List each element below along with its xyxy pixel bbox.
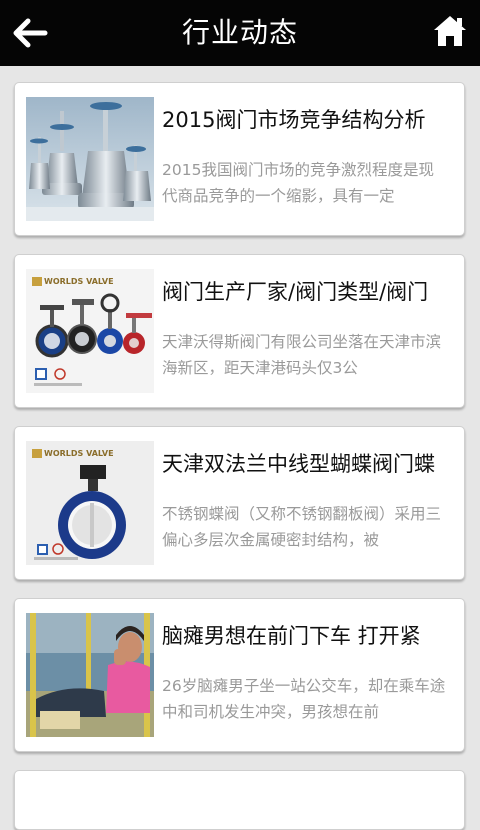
article-summary: 不锈钢蝶阀（又称不锈钢翻板阀）采用三偏心多层次金属硬密封结构，被 [162,505,442,549]
gate-valves-image [26,97,154,221]
article-title: 天津双法兰中线型蝴蝶阀门蝶 [162,452,435,476]
article-thumbnail [26,613,154,737]
article-summary: 天津沃得斯阀门有限公司坐落在天津市滨海新区，距天津港码头仅3公 [162,333,442,377]
home-icon [434,16,466,46]
article-title: 2015阀门市场竞争结构分析 [162,108,426,132]
page-title: 行业动态 [181,16,298,49]
article-summary: 26岁脑瘫男子坐一站公交车，却在乘车途中和司机发生冲突，男孩想在前 [162,677,446,721]
article-thumbnail: WORLDS VALVE [26,441,154,565]
brand-logo: WORLDS VALVE [44,277,114,286]
article-card[interactable] [14,770,465,830]
home-button[interactable] [430,11,470,51]
article-title: 脑瘫男想在前门下车 打开紧 [162,624,421,648]
bus-passenger-image [26,613,154,737]
butterfly-valves-image: WORLDS VALVE [26,269,154,393]
article-title: 阀门生产厂家/阀门类型/阀门 [162,280,429,304]
article-summary: 2015我国阀门市场的竞争激烈程度是现代商品竞争的一个缩影，具有一定 [162,161,434,205]
article-thumbnail: WORLDS VALVE [26,269,154,393]
flanged-butterfly-valve-image: WORLDS VALVE [26,441,154,565]
article-card[interactable]: WORLDS VALVE 天津双法兰中线型蝴蝶阀门蝶 不锈钢蝶阀（又称不锈钢翻板… [14,426,465,580]
article-card[interactable]: WORLDS VALVE 阀门生产厂家/阀门类型/阀门 天津沃得斯阀门有限公司坐… [14,254,465,408]
article-thumbnail [26,97,154,221]
article-card[interactable]: 2015阀门市场竞争结构分析 2015我国阀门市场的竞争激烈程度是现代商品竞争的… [14,82,465,236]
top-bar: 行业动态 [0,0,480,66]
article-card[interactable]: 脑瘫男想在前门下车 打开紧 26岁脑瘫男子坐一站公交车，却在乘车途中和司机发生冲… [14,598,465,752]
brand-logo: WORLDS VALVE [44,449,114,458]
